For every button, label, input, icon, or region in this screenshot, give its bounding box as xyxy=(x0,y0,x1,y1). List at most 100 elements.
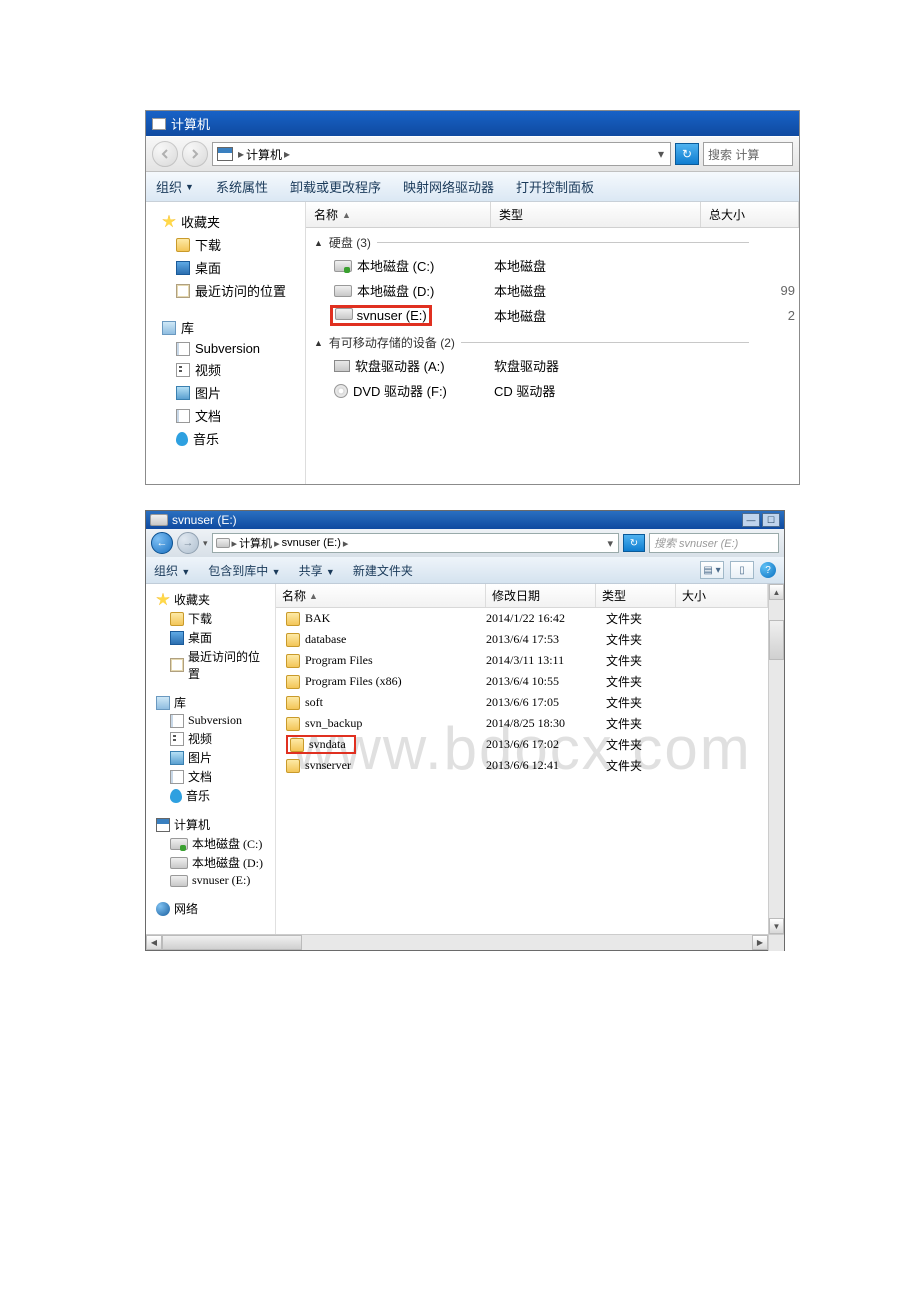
breadcrumb-box[interactable]: ▸ 计算机 ▸ svnuser (E:) ▸ ▾ xyxy=(212,533,619,553)
sidebar-drive-c[interactable]: 本地磁盘 (C:) xyxy=(152,834,269,853)
sidebar-videos[interactable]: 视频 xyxy=(156,358,295,381)
sidebar-recent[interactable]: 最近访问的位置 xyxy=(156,279,295,302)
folder-icon xyxy=(286,675,300,689)
drive-row[interactable]: 本地磁盘 (C:)本地磁盘 xyxy=(306,253,799,278)
toolbar: 组织 ▼ 系统属性 卸载或更改程序 映射网络驱动器 打开控制面板 xyxy=(146,172,799,202)
sidebar-documents[interactable]: 文档 xyxy=(156,404,295,427)
sidebar-music[interactable]: 音乐 xyxy=(152,786,269,805)
col-size[interactable]: 总大小 xyxy=(701,202,799,227)
organize-menu[interactable]: 组织 ▼ xyxy=(156,177,194,196)
sidebar-subversion[interactable]: Subversion xyxy=(156,339,295,358)
sidebar-libraries[interactable]: 库 xyxy=(152,693,269,712)
col-type[interactable]: 类型 xyxy=(491,202,701,227)
sidebar-network[interactable]: 网络 xyxy=(152,899,269,918)
sidebar-favorites[interactable]: 收藏夹 xyxy=(156,210,295,233)
music-icon xyxy=(176,432,188,446)
minimize-button[interactable]: — xyxy=(742,513,760,527)
sidebar-recent[interactable]: 最近访问的位置 xyxy=(152,647,269,683)
sidebar-drive-e[interactable]: svnuser (E:) xyxy=(152,872,269,889)
maximize-button[interactable]: ☐ xyxy=(762,513,780,527)
star-icon xyxy=(156,593,170,607)
col-size[interactable]: 大小 xyxy=(676,584,768,607)
sidebar-music[interactable]: 音乐 xyxy=(156,427,295,450)
chevron-right-icon[interactable]: ▸ xyxy=(284,147,290,161)
library-icon xyxy=(156,696,170,710)
address-bar: ← → ▾ ▸ 计算机 ▸ svnuser (E:) ▸ ▾ ↻ 搜索 svnu… xyxy=(146,529,784,557)
sidebar-pictures[interactable]: 图片 xyxy=(156,381,295,404)
folder-row[interactable]: BAK2014/1/22 16:42文件夹 xyxy=(276,608,768,629)
sidebar-desktop[interactable]: 桌面 xyxy=(156,256,295,279)
folder-icon xyxy=(286,759,300,773)
search-input[interactable]: 搜索 计算 xyxy=(703,142,793,166)
sidebar-computer[interactable]: 计算机 xyxy=(152,815,269,834)
col-name[interactable]: 名称▲ xyxy=(306,202,491,227)
computer-window: 计算机 ▸ 计算机 ▸ ▾ ↻ 搜索 计算 组织 ▼ 系统属性 卸载或更改程序 … xyxy=(145,110,800,485)
folder-row[interactable]: svn_backup2014/8/25 18:30文件夹 xyxy=(276,713,768,734)
folder-row[interactable]: Program Files (x86)2013/6/4 10:55文件夹 xyxy=(276,671,768,692)
sidebar-documents[interactable]: 文档 xyxy=(152,767,269,786)
drive-row[interactable]: 本地磁盘 (D:)本地磁盘99 xyxy=(306,278,799,303)
scroll-thumb[interactable] xyxy=(162,935,302,950)
control-panel-button[interactable]: 打开控制面板 xyxy=(516,177,594,196)
horizontal-scrollbar[interactable]: ◀ ▶ xyxy=(146,934,784,950)
breadcrumb-item[interactable]: 计算机 xyxy=(239,535,272,551)
folder-row[interactable]: Program Files2014/3/11 13:11文件夹 xyxy=(276,650,768,671)
drive-icon xyxy=(335,308,353,320)
sidebar-favorites[interactable]: 收藏夹 xyxy=(152,590,269,609)
breadcrumb-box[interactable]: ▸ 计算机 ▸ ▾ xyxy=(212,142,671,166)
group-header[interactable]: ▲ 有可移动存储的设备 (2) xyxy=(306,328,799,353)
folder-row[interactable]: database2013/6/4 17:53文件夹 xyxy=(276,629,768,650)
sidebar-downloads[interactable]: 下载 xyxy=(156,233,295,256)
uninstall-button[interactable]: 卸载或更改程序 xyxy=(290,177,381,196)
breadcrumb-item[interactable]: svnuser (E:) xyxy=(282,537,341,549)
address-bar: ▸ 计算机 ▸ ▾ ↻ 搜索 计算 xyxy=(146,136,799,172)
drive-icon xyxy=(216,538,230,548)
include-library-menu[interactable]: 包含到库中 ▼ xyxy=(208,562,280,579)
sidebar-desktop[interactable]: 桌面 xyxy=(152,628,269,647)
nav-sidebar: 收藏夹 下载 桌面 最近访问的位置 库 Subversion 视频 图片 文档 … xyxy=(146,202,306,484)
sidebar-drive-d[interactable]: 本地磁盘 (D:) xyxy=(152,853,269,872)
scroll-thumb[interactable] xyxy=(769,620,784,660)
drive-icon xyxy=(334,285,352,297)
refresh-button[interactable]: ↻ xyxy=(623,534,645,552)
history-dropdown[interactable]: ▾ xyxy=(203,538,208,549)
col-date[interactable]: 修改日期 xyxy=(486,584,596,607)
organize-menu[interactable]: 组织 ▼ xyxy=(154,562,190,579)
group-header[interactable]: ▲ 硬盘 (3) xyxy=(306,228,799,253)
forward-button[interactable]: → xyxy=(177,532,199,554)
new-folder-button[interactable]: 新建文件夹 xyxy=(353,562,413,579)
refresh-button[interactable]: ↻ xyxy=(675,143,699,165)
system-properties-button[interactable]: 系统属性 xyxy=(216,177,268,196)
title-bar[interactable]: 计算机 xyxy=(146,111,799,136)
sidebar-libraries[interactable]: 库 xyxy=(156,316,295,339)
view-options-button[interactable]: ▤ ▾ xyxy=(700,561,724,579)
map-network-button[interactable]: 映射网络驱动器 xyxy=(403,177,494,196)
col-name[interactable]: 名称▲ xyxy=(276,584,486,607)
col-type[interactable]: 类型 xyxy=(596,584,676,607)
drive-row[interactable]: DVD 驱动器 (F:)CD 驱动器 xyxy=(306,378,799,403)
forward-button[interactable] xyxy=(182,141,208,167)
title-bar[interactable]: svnuser (E:) — ☐ xyxy=(146,511,784,529)
sidebar-downloads[interactable]: 下载 xyxy=(152,609,269,628)
drive-row[interactable]: 软盘驱动器 (A:)软盘驱动器 xyxy=(306,353,799,378)
preview-pane-button[interactable]: ▯ xyxy=(730,561,754,579)
folder-row[interactable]: svndata2013/6/6 17:02文件夹 xyxy=(276,734,768,755)
dropdown-icon[interactable]: ▾ xyxy=(658,147,664,161)
breadcrumb-item[interactable]: 计算机 xyxy=(246,146,282,163)
sidebar-pictures[interactable]: 图片 xyxy=(152,748,269,767)
vertical-scrollbar[interactable]: ▲ ▼ xyxy=(768,584,784,934)
search-input[interactable]: 搜索 svnuser (E:) xyxy=(649,533,779,553)
folder-row[interactable]: svnserver2013/6/6 12:41文件夹 xyxy=(276,755,768,776)
share-menu[interactable]: 共享 ▼ xyxy=(299,562,335,579)
help-button[interactable]: ? xyxy=(760,562,776,578)
sidebar-videos[interactable]: 视频 xyxy=(152,729,269,748)
back-button[interactable]: ← xyxy=(151,532,173,554)
folder-row[interactable]: soft2013/6/6 17:05文件夹 xyxy=(276,692,768,713)
dropdown-icon[interactable]: ▾ xyxy=(607,537,613,550)
chevron-right-icon[interactable]: ▸ xyxy=(238,147,244,161)
back-button[interactable] xyxy=(152,141,178,167)
sidebar-subversion[interactable]: Subversion xyxy=(152,712,269,729)
drive-icon xyxy=(170,838,188,850)
recent-icon xyxy=(176,284,190,298)
drive-row[interactable]: svnuser (E:)本地磁盘2 xyxy=(306,303,799,328)
